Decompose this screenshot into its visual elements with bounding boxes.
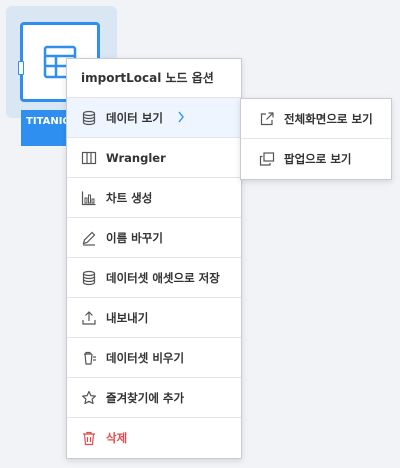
menu-item-label: 차트 생성 xyxy=(106,190,153,205)
menu-item-rename[interactable]: 이름 바꾸기 xyxy=(67,218,241,258)
menu-item-label: 삭제 xyxy=(106,431,128,445)
star-icon xyxy=(82,390,96,404)
database-icon xyxy=(82,110,96,125)
submenu-item-label: 전체화면으로 보기 xyxy=(284,111,373,126)
menu-item-wrangler[interactable]: Wrangler xyxy=(67,138,241,178)
upload-icon xyxy=(82,310,96,325)
menu-item-label: 데이터셋 비우기 xyxy=(106,350,185,365)
submenu-item-fullscreen[interactable]: 전체화면으로 보기 xyxy=(241,99,391,139)
database-icon xyxy=(82,270,96,285)
menu-item-label: 데이터 보기 xyxy=(106,110,163,125)
menu-item-create-chart[interactable]: 차트 생성 xyxy=(67,178,241,218)
menu-item-save-as-asset[interactable]: 데이터셋 애셋으로 저장 xyxy=(67,258,241,298)
menu-item-label: 이름 바꾸기 xyxy=(106,230,163,245)
external-link-icon xyxy=(260,111,274,125)
menu-item-label: 즐겨찾기에 추가 xyxy=(106,390,185,405)
menu-item-label: 내보내기 xyxy=(106,310,149,325)
context-menu: importLocal 노드 옵션 데이터 보기 Wrangler 차트 생성 … xyxy=(66,58,242,459)
menu-item-label: Wrangler xyxy=(106,150,166,165)
bar-chart-icon xyxy=(81,191,96,205)
menu-item-add-favorite[interactable]: 즐겨찾기에 추가 xyxy=(67,378,241,418)
popup-window-icon xyxy=(259,152,275,166)
columns-icon xyxy=(81,151,97,164)
menu-item-clear-dataset[interactable]: 데이터셋 비우기 xyxy=(67,338,241,378)
menu-item-delete[interactable]: 삭제 xyxy=(67,418,241,458)
trash-icon xyxy=(83,431,95,446)
menu-item-label: 데이터셋 애셋으로 저장 xyxy=(106,270,220,285)
menu-item-export[interactable]: 내보내기 xyxy=(67,298,241,338)
trash-empty-icon xyxy=(84,351,96,365)
menu-item-view-data[interactable]: 데이터 보기 xyxy=(67,98,241,138)
context-menu-title: importLocal 노드 옵션 xyxy=(67,59,241,98)
submenu-item-label: 팝업으로 보기 xyxy=(284,152,352,166)
pencil-icon xyxy=(82,231,96,246)
view-data-submenu: 전체화면으로 보기 팝업으로 보기 xyxy=(240,98,392,180)
input-port[interactable] xyxy=(18,61,24,75)
submenu-item-popup[interactable]: 팝업으로 보기 xyxy=(241,139,391,179)
chevron-right-icon xyxy=(178,111,184,123)
